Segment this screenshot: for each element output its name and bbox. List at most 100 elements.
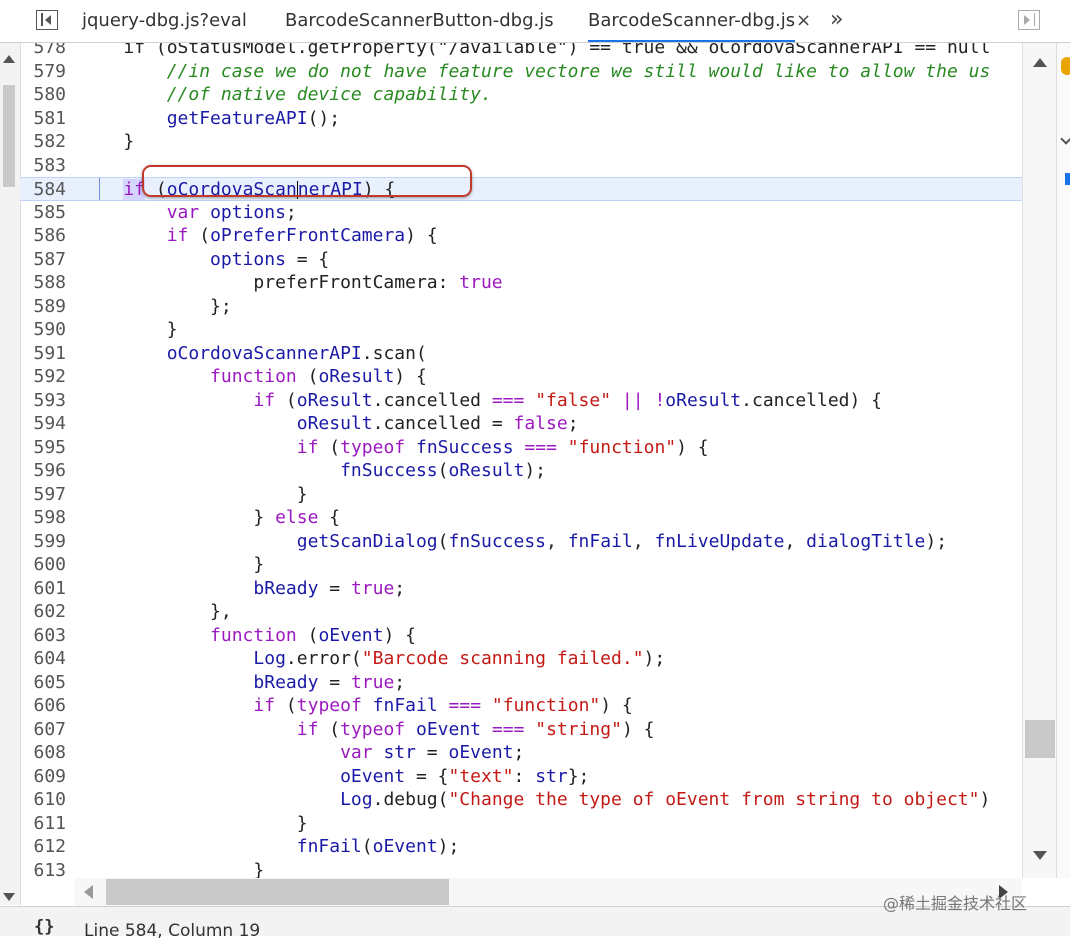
code-line[interactable]: 606 if (typeof fnFail === "function") { — [20, 694, 1022, 718]
line-number[interactable]: 611 — [20, 812, 66, 836]
code-line[interactable]: 588 preferFrontCamera: true — [20, 271, 1022, 295]
code-line[interactable]: 601 bReady = true; — [20, 577, 1022, 601]
line-number[interactable]: 584 — [20, 178, 66, 202]
line-number[interactable]: 610 — [20, 788, 66, 812]
code-line[interactable]: 613 } — [20, 859, 1022, 879]
line-number[interactable]: 593 — [20, 389, 66, 413]
code-line[interactable]: 611 } — [20, 812, 1022, 836]
code-line[interactable]: 602 }, — [20, 600, 1022, 624]
line-number[interactable]: 595 — [20, 436, 66, 460]
line-number[interactable]: 602 — [20, 600, 66, 624]
pretty-print-button[interactable]: {} — [34, 917, 54, 937]
line-number[interactable]: 604 — [20, 647, 66, 671]
code-line[interactable]: 610 Log.debug("Change the type of oEvent… — [20, 788, 1022, 812]
line-number[interactable]: 596 — [20, 459, 66, 483]
scroll-left-icon[interactable] — [84, 885, 93, 899]
line-number[interactable]: 579 — [20, 60, 66, 84]
line-number[interactable]: 594 — [20, 412, 66, 436]
line-number[interactable]: 597 — [20, 483, 66, 507]
line-number[interactable]: 591 — [20, 342, 66, 366]
code-line[interactable]: 599 getScanDialog(fnSuccess, fnFail, fnL… — [20, 530, 1022, 554]
line-number[interactable]: 581 — [20, 107, 66, 131]
code-line[interactable]: 597 } — [20, 483, 1022, 507]
code-line[interactable]: 592 function (oResult) { — [20, 365, 1022, 389]
toggle-navigator-icon[interactable] — [36, 10, 58, 30]
line-number[interactable]: 612 — [20, 835, 66, 859]
line-source: Log.error("Barcode scanning failed."); — [253, 648, 666, 669]
code-line[interactable]: 587 options = { — [20, 248, 1022, 272]
line-number[interactable]: 598 — [20, 506, 66, 530]
line-number[interactable]: 600 — [20, 553, 66, 577]
line-number[interactable]: 607 — [20, 718, 66, 742]
line-source: bReady = true; — [253, 671, 406, 693]
code-line[interactable]: 612 fnFail(oEvent); — [20, 835, 1022, 859]
code-line[interactable]: 598 } else { — [20, 506, 1022, 530]
tab-barcodescanner-dbg[interactable]: BarcodeScanner-dbg.js — [588, 0, 796, 42]
line-number[interactable]: 605 — [20, 671, 66, 695]
line-number[interactable]: 586 — [20, 224, 66, 248]
code-line[interactable]: 596 fnSuccess(oResult); — [20, 459, 1022, 483]
line-number[interactable]: 590 — [20, 318, 66, 342]
breakpoint-marker-icon — [1065, 173, 1070, 185]
line-number[interactable]: 578 — [20, 43, 66, 60]
code-line[interactable]: 580 //of native device capability. — [20, 83, 1022, 107]
code-line[interactable]: 579 //in case we do not have feature vec… — [20, 60, 1022, 84]
line-source: }, — [80, 601, 232, 622]
line-source: Log.debug("Change the type of oEvent fro… — [340, 789, 991, 810]
line-number[interactable]: 613 — [20, 859, 66, 879]
code-line[interactable]: 608 var str = oEvent; — [20, 741, 1022, 765]
scroll-down-icon[interactable] — [1033, 851, 1047, 860]
left-scroll-thumb[interactable] — [3, 85, 15, 187]
vertical-scroll-thumb[interactable] — [1025, 720, 1055, 758]
code-line[interactable]: 595 if (typeof fnSuccess === "function")… — [20, 436, 1022, 460]
code-line[interactable]: 604 Log.error("Barcode scanning failed."… — [20, 647, 1022, 671]
code-line[interactable]: 609 oEvent = {"text": str}; — [20, 765, 1022, 789]
line-number[interactable]: 606 — [20, 694, 66, 718]
code-line[interactable]: 585 var options; — [20, 201, 1022, 225]
left-scrollbar[interactable] — [0, 43, 21, 905]
tab-barcodescannerbutton-dbg[interactable]: BarcodeScannerButton-dbg.js — [285, 0, 554, 42]
code-line[interactable]: 586 if (oPreferFrontCamera) { — [20, 224, 1022, 248]
line-number[interactable]: 580 — [20, 83, 66, 107]
code-line[interactable]: 582 } — [20, 130, 1022, 154]
horizontal-scrollbar[interactable] — [74, 878, 1022, 906]
code-line[interactable]: 590 } — [20, 318, 1022, 342]
line-number[interactable]: 601 — [20, 577, 66, 601]
chevron-down-icon[interactable] — [1060, 133, 1070, 145]
scroll-down-icon[interactable] — [3, 893, 15, 901]
line-number[interactable]: 587 — [20, 248, 66, 272]
code-line[interactable]: 603 function (oEvent) { — [20, 624, 1022, 648]
toggle-debugger-icon[interactable] — [1018, 10, 1040, 30]
line-number[interactable]: 589 — [20, 295, 66, 319]
vertical-scrollbar[interactable] — [1022, 43, 1057, 878]
line-number[interactable]: 582 — [20, 130, 66, 154]
line-source: } else { — [80, 507, 341, 528]
line-source: if (oPreferFrontCamera) { — [166, 225, 438, 246]
highlight-callout — [142, 165, 472, 197]
line-number[interactable]: 603 — [20, 624, 66, 648]
horizontal-scroll-thumb[interactable] — [106, 879, 449, 905]
line-number[interactable]: 588 — [20, 271, 66, 295]
line-number[interactable]: 608 — [20, 741, 66, 765]
code-line[interactable]: 589 }; — [20, 295, 1022, 319]
line-number[interactable]: 585 — [20, 201, 66, 225]
code-line[interactable]: 605 bReady = true; — [20, 671, 1022, 695]
line-source: //in case we do not have feature vectore… — [166, 60, 991, 82]
code-line[interactable]: 581 getFeatureAPI(); — [20, 107, 1022, 131]
code-line[interactable]: 607 if (typeof oEvent === "string") { — [20, 718, 1022, 742]
scroll-up-icon[interactable] — [3, 55, 15, 63]
line-number[interactable]: 583 — [20, 154, 66, 178]
code-line[interactable]: 591 oCordovaScannerAPI.scan( — [20, 342, 1022, 366]
more-tabs-icon[interactable]: » — [830, 0, 843, 42]
code-line[interactable]: 578 if (oStatusModel.getProperty("/avail… — [20, 43, 1022, 60]
line-number[interactable]: 599 — [20, 530, 66, 554]
line-number[interactable]: 609 — [20, 765, 66, 789]
tab-jquery-dbg[interactable]: jquery-dbg.js?eval — [82, 0, 247, 42]
code-line[interactable]: 593 if (oResult.cancelled === "false" ||… — [20, 389, 1022, 413]
close-tab-icon[interactable]: × — [796, 0, 811, 42]
code-line[interactable]: 600 } — [20, 553, 1022, 577]
line-source: if (typeof oEvent === "string") { — [296, 718, 655, 740]
line-number[interactable]: 592 — [20, 365, 66, 389]
code-line[interactable]: 594 oResult.cancelled = false; — [20, 412, 1022, 436]
scroll-up-icon[interactable] — [1033, 58, 1047, 67]
